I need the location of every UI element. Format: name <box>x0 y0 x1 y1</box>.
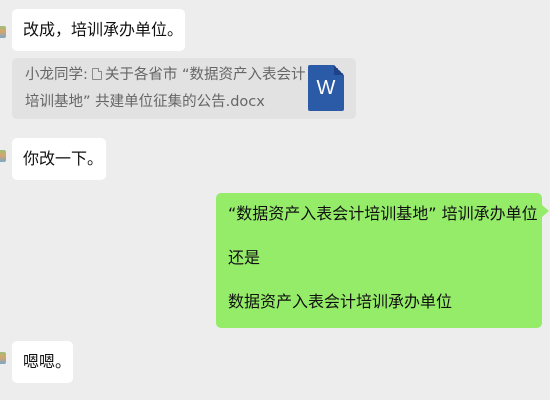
incoming-message[interactable]: 嗯嗯。 <box>12 341 73 383</box>
quote-line-1: 小龙同学: 关于各省市 “数据资产入表会计 <box>25 62 356 89</box>
message-text: 嗯嗯。 <box>23 352 72 371</box>
quote-sender: 小龙同学: <box>25 67 88 83</box>
file-icon <box>91 68 102 80</box>
message-line-1: “数据资产入表会计培训基地” 培训承办单位 <box>228 204 538 223</box>
incoming-message[interactable]: 改成，培训承办单位。 <box>12 9 185 51</box>
message-text: 你改一下。 <box>23 149 104 168</box>
word-icon-letter: W <box>316 77 336 99</box>
avatar[interactable] <box>0 352 6 364</box>
bubble-tail <box>542 205 549 217</box>
outgoing-message[interactable]: “数据资产入表会计培训基地” 培训承办单位 还是 数据资产入表会计培训承办单位 <box>216 193 542 328</box>
avatar[interactable] <box>0 26 6 38</box>
word-doc-icon[interactable]: W <box>308 65 344 111</box>
quote-text: 关于各省市 “数据资产入表会计 <box>104 67 306 83</box>
quote-line-2: 培训基地” 共建单位征集的公告.docx <box>25 94 265 110</box>
message-text: 改成，培训承办单位。 <box>23 20 184 39</box>
message-line-2: 还是 <box>228 248 261 267</box>
message-line-3: 数据资产入表会计培训承办单位 <box>228 292 453 311</box>
quoted-message[interactable]: 小龙同学: 关于各省市 “数据资产入表会计 培训基地” 共建单位征集的公告.doc… <box>12 58 356 119</box>
avatar[interactable] <box>0 150 6 162</box>
chat-history[interactable]: 改成，培训承办单位。 小龙同学: 关于各省市 “数据资产入表会计 培训基地” 共建… <box>0 0 550 400</box>
incoming-message[interactable]: 你改一下。 <box>12 138 106 180</box>
